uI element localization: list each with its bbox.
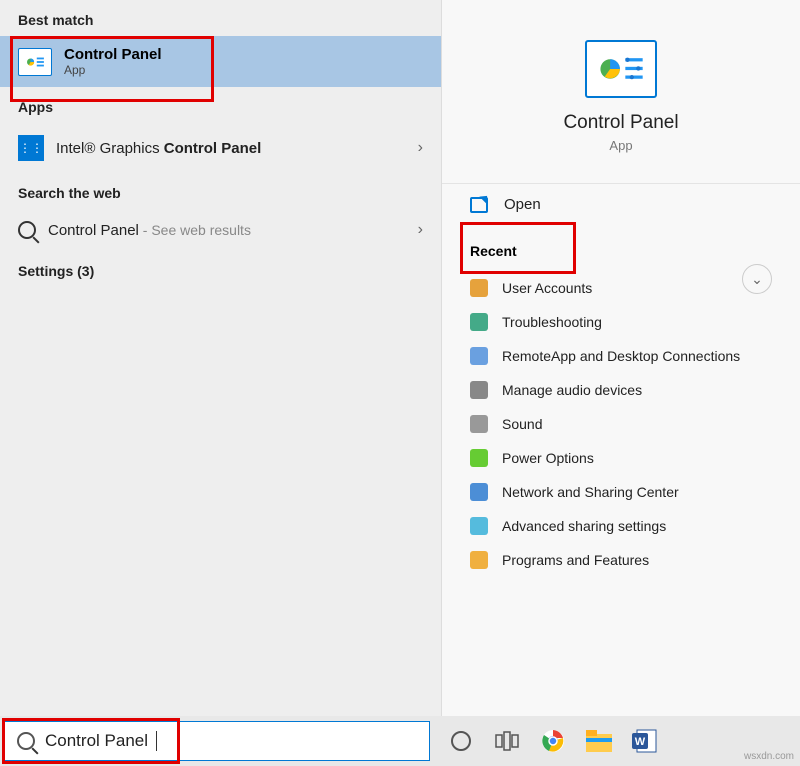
chevron-right-icon: › <box>418 221 423 239</box>
recent-item-label: Network and Sharing Center <box>502 484 679 500</box>
preview-subtitle: App <box>442 138 800 153</box>
task-view-icon[interactable] <box>494 728 520 754</box>
recent-item-icon <box>470 347 488 365</box>
word-icon[interactable]: W <box>632 728 658 754</box>
file-explorer-icon[interactable] <box>586 728 612 754</box>
apps-header: Apps <box>0 87 441 123</box>
best-match-header: Best match <box>0 0 441 36</box>
recent-item-label: Sound <box>502 416 542 432</box>
open-label: Open <box>504 196 541 213</box>
recent-item-icon <box>470 551 488 569</box>
search-icon <box>17 732 35 750</box>
intel-icon: ⋮⋮ <box>18 135 44 161</box>
chevron-down-icon: ⌄ <box>751 271 763 288</box>
recent-item-icon <box>470 381 488 399</box>
app-result-bold: Control Panel <box>164 140 262 157</box>
open-action[interactable]: Open <box>442 184 800 225</box>
recent-item-label: Power Options <box>502 450 594 466</box>
web-result[interactable]: Control Panel - See web results › <box>0 209 441 251</box>
best-match-result[interactable]: Control Panel App <box>0 36 441 87</box>
taskbar: Control Panel W <box>0 716 800 766</box>
results-panel: Best match Control Panel App Apps ⋮⋮ Int… <box>0 0 442 716</box>
search-input-value: Control Panel <box>45 731 148 751</box>
watermark: wsxdn.com <box>744 751 794 762</box>
recent-item[interactable]: Troubleshooting <box>442 305 800 339</box>
recent-item-icon <box>470 415 488 433</box>
recent-item-icon <box>470 313 488 331</box>
recent-item-icon <box>470 517 488 535</box>
recent-item-icon <box>470 449 488 467</box>
cortana-icon[interactable] <box>448 728 474 754</box>
chevron-right-icon: › <box>418 139 423 157</box>
app-result-intel-graphics[interactable]: ⋮⋮ Intel® Graphics Control Panel › <box>0 123 441 173</box>
settings-header[interactable]: Settings (3) <box>0 251 441 287</box>
recent-item-label: Manage audio devices <box>502 382 642 398</box>
web-result-suffix: - See web results <box>139 222 251 238</box>
recent-item[interactable]: Advanced sharing settings <box>442 509 800 543</box>
recent-item-icon <box>470 483 488 501</box>
preview-title: Control Panel <box>442 112 800 134</box>
recent-item-label: Advanced sharing settings <box>502 518 666 534</box>
recent-item[interactable]: Network and Sharing Center <box>442 475 800 509</box>
best-match-title: Control Panel <box>64 46 162 63</box>
control-panel-icon-large <box>585 40 657 98</box>
recent-item[interactable]: Power Options <box>442 441 800 475</box>
recent-item-label: RemoteApp and Desktop Connections <box>502 348 740 364</box>
recent-list: User Accounts Troubleshooting RemoteApp an… <box>442 271 800 577</box>
recent-item[interactable]: Programs and Features <box>442 543 800 577</box>
web-header: Search the web <box>0 173 441 209</box>
search-input[interactable]: Control Panel <box>4 721 430 761</box>
recent-item-label: Programs and Features <box>502 552 649 568</box>
recent-item[interactable]: Sound <box>442 407 800 441</box>
chrome-icon[interactable] <box>540 728 566 754</box>
text-cursor <box>156 731 157 751</box>
recent-item-label: User Accounts <box>502 280 592 296</box>
recent-item-icon <box>470 279 488 297</box>
recent-header: Recent <box>442 225 800 271</box>
recent-item[interactable]: RemoteApp and Desktop Connections <box>442 339 800 373</box>
search-icon <box>18 221 36 239</box>
recent-item-label: Troubleshooting <box>502 314 602 330</box>
svg-text:W: W <box>635 736 646 748</box>
open-icon <box>470 197 488 213</box>
web-result-text: Control Panel <box>48 222 139 239</box>
expand-button[interactable]: ⌄ <box>742 264 772 294</box>
recent-item[interactable]: Manage audio devices <box>442 373 800 407</box>
best-match-subtitle: App <box>64 63 162 77</box>
control-panel-icon <box>18 48 52 76</box>
preview-panel: Control Panel App Open ⌄ Recent User Acc… <box>442 0 800 716</box>
app-result-prefix: Intel® Graphics <box>56 140 164 157</box>
